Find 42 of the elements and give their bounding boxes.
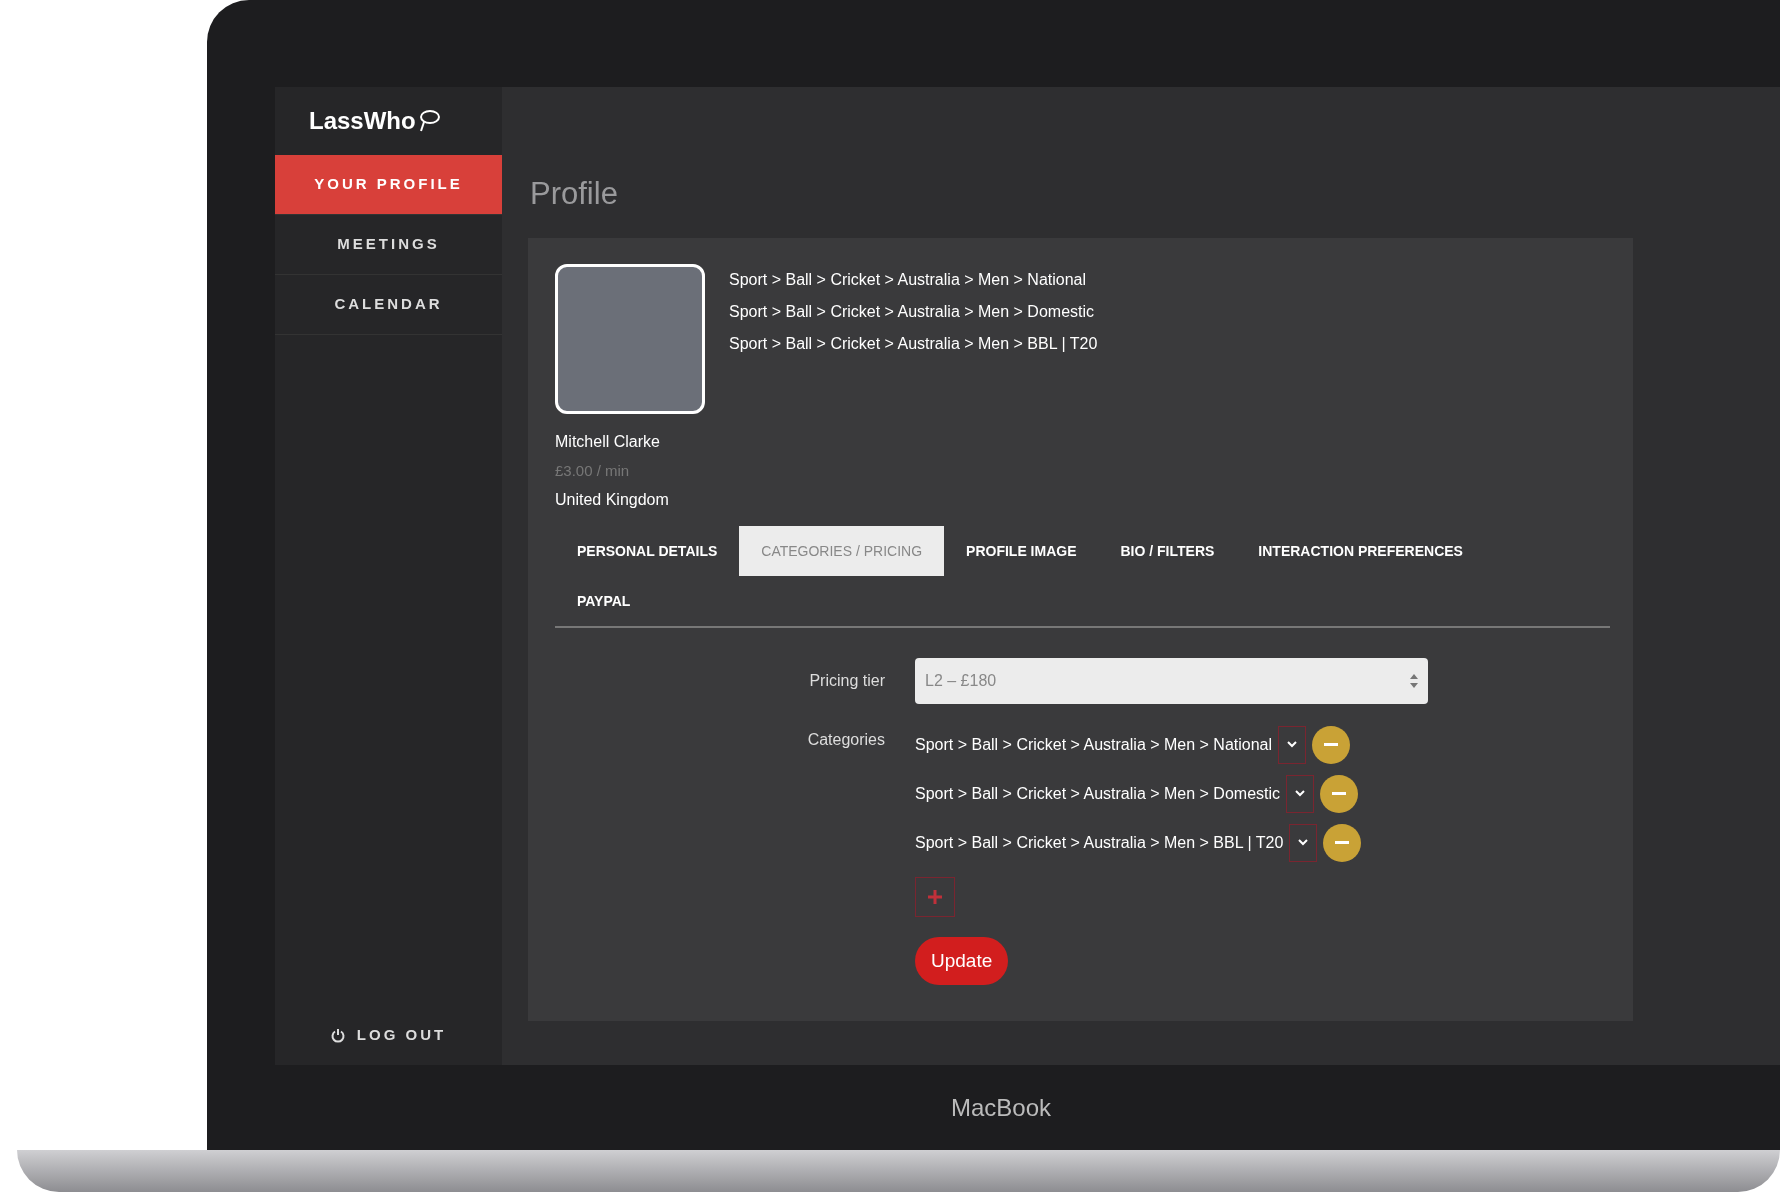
remove-button[interactable]: [1320, 774, 1359, 813]
caret-icon: [1295, 790, 1306, 797]
category-path: Sport > Ball > Cricket > Australia > Men > BBL | T20: [729, 333, 1098, 354]
profile-rate: £3.00 / min: [555, 460, 631, 481]
page-title: Profile: [530, 175, 619, 213]
tab[interactable]: BIO / FILTERS: [1098, 526, 1237, 576]
add-button[interactable]: [915, 877, 955, 917]
tab[interactable]: PROFILE IMAGE: [944, 526, 1099, 576]
minus-icon: [1324, 743, 1339, 746]
update-button[interactable]: Update: [915, 937, 1009, 985]
tab[interactable]: INTERACTION PREFERENCES: [1236, 526, 1485, 576]
logout-link[interactable]: LOG OUT: [275, 1005, 502, 1065]
category-path: Sport > Ball > Cricket > Australia > Men > Domestic: [729, 301, 1096, 322]
profile-country: United Kingdom: [555, 490, 670, 510]
caret-icon: [1287, 741, 1298, 748]
tab[interactable]: PAYPAL: [555, 576, 653, 626]
remove-button[interactable]: [1323, 823, 1362, 862]
minus-icon: [1332, 792, 1347, 795]
category-path: Sport > Ball > Cricket > Australia > Men > National: [915, 734, 1273, 755]
remove-button[interactable]: [1312, 725, 1351, 764]
select-arrows-icon: [1410, 674, 1418, 688]
dropdown-button[interactable]: [1289, 823, 1318, 862]
field-label: Pricing tier: [808, 671, 885, 691]
sidebar-item[interactable]: MEETINGS: [275, 215, 502, 275]
sidebar-item[interactable]: CALENDAR: [275, 275, 502, 335]
dropdown-button[interactable]: [1278, 725, 1307, 764]
lasso-icon: [417, 109, 440, 133]
category-path: Sport > Ball > Cricket > Australia > Men > National: [729, 269, 1088, 290]
logo-text: LassWho: [309, 106, 416, 136]
category-path: Sport > Ball > Cricket > Australia > Men > BBL | T20: [915, 832, 1284, 853]
minus-icon: [1335, 841, 1350, 844]
profile-name: Mitchell Clarke: [555, 431, 661, 452]
logout-label: LOG OUT: [356, 1024, 447, 1045]
device-label: MacBook: [950, 1092, 1051, 1123]
sidebar-item[interactable]: YOUR PROFILE: [275, 155, 502, 215]
dropdown-button[interactable]: [1286, 774, 1315, 813]
caret-icon: [1298, 839, 1309, 846]
field-label: Categories: [806, 730, 885, 750]
plus-icon: [928, 890, 942, 904]
category-path: Sport > Ball > Cricket > Australia > Men > Domestic: [915, 783, 1281, 804]
power-icon: [330, 1027, 345, 1043]
tab[interactable]: PERSONAL DETAILS: [555, 526, 740, 576]
